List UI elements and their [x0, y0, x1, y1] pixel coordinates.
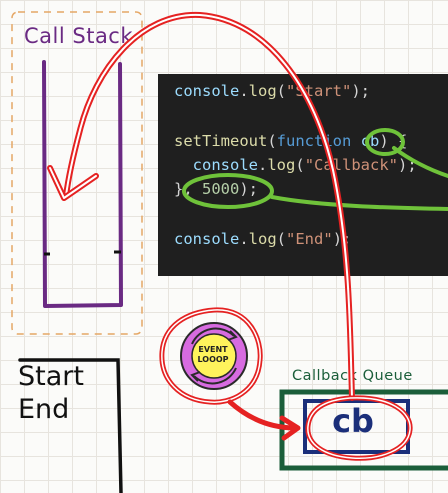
- code-token: (: [267, 132, 277, 150]
- code-token: console: [192, 156, 258, 174]
- code-token: "End": [286, 230, 333, 248]
- code-token: "Start": [286, 82, 352, 100]
- call-stack-title: Call Stack: [24, 24, 134, 48]
- event-loop-label-line2: LOOOP: [197, 355, 229, 364]
- output-line-end: End: [18, 394, 70, 425]
- code-token: 5000: [202, 180, 240, 198]
- code-token: },: [174, 180, 202, 198]
- event-loop-label-line1: EVENT: [198, 345, 228, 354]
- code-token: cb: [360, 132, 380, 150]
- code-token: (: [295, 156, 305, 174]
- code-token: console: [174, 82, 240, 100]
- code-token: (: [276, 82, 287, 100]
- code-editor-panel: console.log("Start"); setTimeout(functio…: [158, 74, 448, 276]
- code-token: log: [248, 230, 277, 248]
- event-loop-label: EVENT LOOOP: [193, 345, 233, 365]
- output-line-start: Start: [18, 361, 84, 392]
- code-token: );: [351, 82, 371, 100]
- code-token: .: [258, 156, 268, 174]
- call-stack-container: [42, 60, 123, 308]
- code-token: (: [276, 230, 287, 248]
- code-token: log: [267, 156, 296, 174]
- code-token: ) {: [379, 132, 408, 150]
- code-token: log: [248, 82, 277, 100]
- code-token: .: [239, 82, 249, 100]
- code-line-settimeout: setTimeout(function cb) {: [174, 132, 407, 150]
- code-token: setTimeout: [174, 132, 268, 150]
- console-output: Start End: [18, 360, 84, 426]
- code-line-delay: }, 5000);: [174, 180, 258, 198]
- code-line-end: console.log("End");: [174, 230, 351, 248]
- code-token: );: [239, 180, 258, 198]
- callback-queue-item-label: cb: [332, 402, 374, 440]
- code-token: console: [174, 230, 240, 248]
- callback-queue-title: Callback Queue: [292, 368, 413, 384]
- code-line-callback: console.log("Callback");: [174, 156, 417, 174]
- code-token: );: [332, 230, 352, 248]
- code-token: );: [398, 156, 417, 174]
- code-token: .: [239, 230, 249, 248]
- code-token: function: [276, 132, 352, 150]
- code-line-start: console.log("Start");: [174, 82, 370, 100]
- code-token: "Callback": [304, 156, 399, 174]
